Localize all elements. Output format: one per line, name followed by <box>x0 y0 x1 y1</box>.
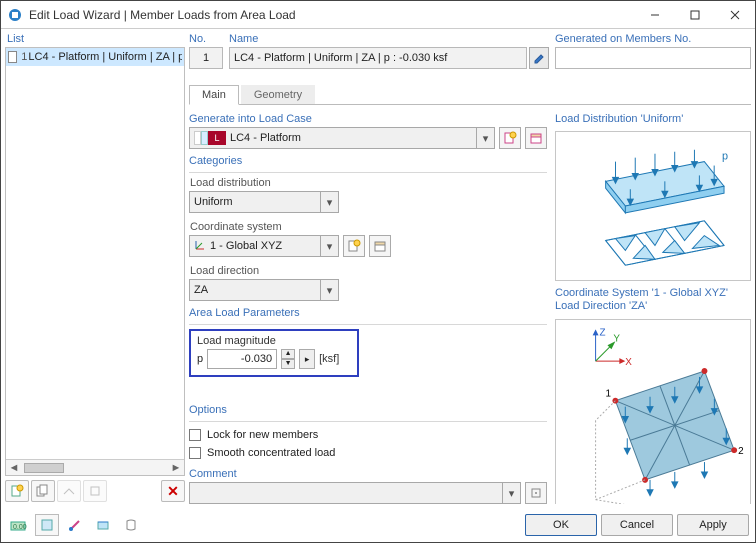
chevron-down-icon[interactable]: ▾ <box>320 236 338 256</box>
svg-text:2: 2 <box>738 446 744 457</box>
list-toolbar: ✕ <box>5 478 185 504</box>
tab-main[interactable]: Main <box>189 85 239 105</box>
script-button[interactable] <box>119 514 143 536</box>
minimize-button[interactable] <box>635 1 675 29</box>
close-button[interactable] <box>715 1 755 29</box>
load-case-library-button[interactable] <box>525 127 547 149</box>
maximize-button[interactable] <box>675 1 715 29</box>
new-item-button[interactable] <box>5 480 29 502</box>
load-magnitude-label: Load magnitude <box>197 335 351 347</box>
magnitude-input[interactable]: -0.030 <box>207 349 277 369</box>
list-item-number: 1 <box>21 51 28 63</box>
area-load-parameters-group: Area Load Parameters Load magnitude p -0… <box>189 307 547 377</box>
checkbox-icon[interactable] <box>189 429 201 441</box>
chevron-down-icon[interactable]: ▾ <box>476 128 494 148</box>
member-view-button[interactable] <box>63 514 87 536</box>
coordinate-system-combo[interactable]: 1 - Global XYZ ▾ <box>189 235 339 257</box>
magnitude-symbol: p <box>197 353 203 365</box>
name-field[interactable]: LC4 - Platform | Uniform | ZA | p : -0.0… <box>229 47 527 69</box>
tab-geometry[interactable]: Geometry <box>241 85 315 104</box>
options-group: Options Lock for new members Smooth conc… <box>189 404 547 462</box>
generate-group: Generate into Load Case L LC4 - Platform <box>189 113 547 149</box>
preview-distribution: p <box>555 131 751 281</box>
generate-title: Generate into Load Case <box>189 113 547 127</box>
svg-text:1: 1 <box>605 389 611 400</box>
window-title: Edit Load Wizard | Member Loads from Are… <box>29 8 635 22</box>
magnitude-unit: [ksf] <box>319 353 339 365</box>
load-distribution-combo[interactable]: Uniform ▾ <box>189 191 339 213</box>
toggle-box-icon[interactable] <box>8 51 17 63</box>
alp-title: Area Load Parameters <box>189 307 547 321</box>
load-direction-label: Load direction <box>190 265 547 277</box>
lock-label: Lock for new members <box>207 429 318 441</box>
generated-label: Generated on Members No. <box>555 33 751 47</box>
lock-checkbox-row[interactable]: Lock for new members <box>189 426 547 444</box>
surface-view-button[interactable] <box>91 514 115 536</box>
preview-p-label: p <box>722 151 728 163</box>
cancel-button[interactable]: Cancel <box>601 514 673 536</box>
comment-group: Comment ▾ <box>189 468 547 504</box>
load-distribution-label: Load distribution <box>190 177 547 189</box>
app-icon <box>7 7 23 23</box>
load-case-value: LC4 - Platform <box>230 132 301 144</box>
coord-system-library-button[interactable] <box>369 235 391 257</box>
tab-bar: Main Geometry <box>189 83 751 105</box>
svg-text:X: X <box>625 357 632 368</box>
axis-icon <box>194 239 206 254</box>
svg-text:Y: Y <box>613 333 620 344</box>
list-header: List <box>5 33 185 47</box>
no-field[interactable]: 1 <box>189 47 223 69</box>
name-label: Name <box>229 33 549 47</box>
chevron-down-icon[interactable]: ▾ <box>320 192 338 212</box>
smooth-checkbox-row[interactable]: Smooth concentrated load <box>189 444 547 462</box>
preview-sys-line2: Load Direction 'ZA' <box>555 300 751 313</box>
chevron-down-icon[interactable]: ▾ <box>502 483 520 503</box>
new-coord-system-button[interactable] <box>343 235 365 257</box>
comment-combo[interactable]: ▾ <box>189 482 521 504</box>
dialog-button-bar: 0.00 OK Cancel Apply <box>7 512 749 538</box>
load-direction-combo[interactable]: ZA ▾ <box>189 279 339 301</box>
coordinate-system-label: Coordinate system <box>190 221 547 233</box>
list-item-label: LC4 - Platform | Uniform | ZA | p : -0.0… <box>28 51 182 63</box>
preview-sys-line1: Coordinate System '1 - Global XYZ' <box>555 287 751 300</box>
smooth-label: Smooth concentrated load <box>207 447 335 459</box>
options-title: Options <box>189 404 547 418</box>
list-item[interactable]: 1 LC4 - Platform | Uniform | ZA | p : -0… <box>6 48 184 66</box>
toolbar-button-4 <box>83 480 107 502</box>
grid-toggle-button[interactable] <box>35 514 59 536</box>
categories-title: Categories <box>189 155 547 169</box>
svg-text:Z: Z <box>600 327 606 338</box>
preview-dist-title: Load Distribution 'Uniform' <box>555 113 751 125</box>
comment-title: Comment <box>189 468 547 482</box>
apply-button[interactable]: Apply <box>677 514 749 536</box>
units-button[interactable]: 0.00 <box>7 514 31 536</box>
ok-button[interactable]: OK <box>525 514 597 536</box>
no-label: No. <box>189 33 223 47</box>
magnitude-spinner[interactable]: ▲▼ <box>281 349 295 369</box>
chevron-down-icon[interactable]: ▾ <box>320 280 338 300</box>
new-load-case-button[interactable] <box>499 127 521 149</box>
title-bar: Edit Load Wizard | Member Loads from Are… <box>1 1 755 29</box>
load-case-combo[interactable]: L LC4 - Platform ▾ <box>189 127 495 149</box>
toolbar-button-3 <box>57 480 81 502</box>
categories-group: Categories Load distribution Uniform ▾ C… <box>189 155 547 301</box>
load-list[interactable]: 1 LC4 - Platform | Uniform | ZA | p : -0… <box>5 47 185 476</box>
load-magnitude-highlight: Load magnitude p -0.030 ▲▼ ▸ [ksf] <box>189 329 359 377</box>
copy-item-button[interactable] <box>31 480 55 502</box>
name-edit-button[interactable] <box>529 47 549 69</box>
horizontal-scrollbar[interactable]: ◄► <box>6 459 184 475</box>
svg-text:0.00: 0.00 <box>13 524 27 531</box>
preview-coordinate-system: Z X Y 1 <box>555 319 751 504</box>
delete-item-button[interactable]: ✕ <box>161 480 185 502</box>
generated-field[interactable] <box>555 47 751 69</box>
load-case-swatch-icon: L <box>194 131 226 145</box>
comment-edit-button[interactable] <box>525 482 547 504</box>
magnitude-pick-button[interactable]: ▸ <box>299 349 315 369</box>
checkbox-icon[interactable] <box>189 447 201 459</box>
